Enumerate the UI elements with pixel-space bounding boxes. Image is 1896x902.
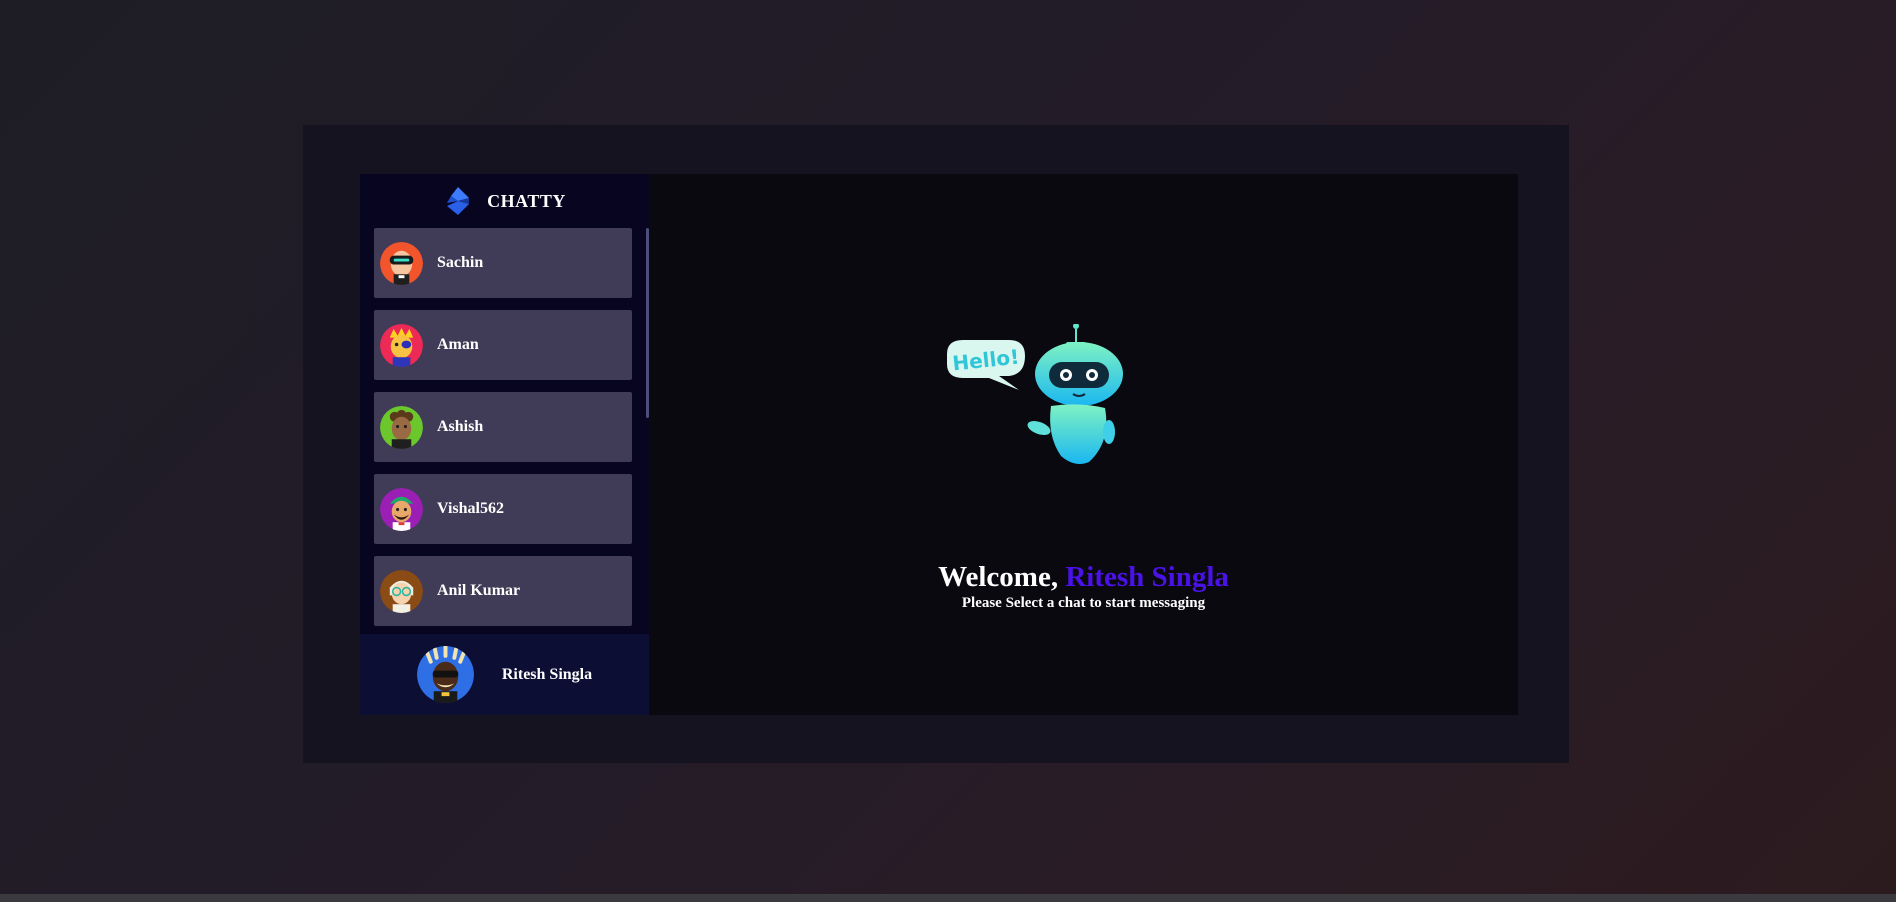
welcome-greeting: Welcome, [938, 561, 1066, 593]
chat-main-area: Hello! Welcome, Ritesh Singla Please Sel… [649, 174, 1518, 715]
chat-app: CHATTY Sachin Aman Ashish Vishal562 Anil… [360, 174, 1518, 715]
robot-mascot-icon: Hello! [947, 324, 1123, 464]
welcome-message: Welcome, Ritesh Singla Please Select a c… [649, 561, 1518, 612]
glasses-avatar-icon [380, 569, 423, 613]
dreadlocks-avatar-icon[interactable] [416, 646, 474, 703]
contact-name: Ashish [437, 418, 484, 435]
contact-name: Vishal562 [437, 500, 504, 517]
brand-header: CHATTY [360, 174, 649, 228]
welcome-title: Welcome, Ritesh Singla [649, 561, 1518, 593]
welcome-subtitle: Please Select a chat to start messaging [961, 595, 1206, 611]
contact-item-aman[interactable]: Aman [374, 310, 632, 380]
contact-name: Aman [437, 336, 479, 353]
contact-item-sachin[interactable]: Sachin [374, 228, 632, 298]
welcome-user-name: Ritesh Singla [1065, 561, 1229, 593]
brand-name: CHATTY [487, 190, 566, 211]
page-bottom-strip [0, 894, 1896, 902]
diamond-logo-icon [447, 187, 470, 215]
sidebar: CHATTY Sachin Aman Ashish Vishal562 Anil… [360, 174, 649, 715]
vr-headset-avatar-icon [380, 241, 423, 285]
contact-name: Anil Kumar [437, 582, 521, 599]
contact-item-vishal562[interactable]: Vishal562 [374, 474, 632, 544]
contact-item-ashish[interactable]: Ashish [374, 392, 632, 462]
eyepatch-avatar-icon [380, 323, 423, 367]
contact-list: Sachin Aman Ashish Vishal562 Anil Kumar [360, 228, 649, 634]
current-user-name: Ritesh Singla [501, 665, 593, 683]
contact-item-anil-kumar[interactable]: Anil Kumar [374, 556, 632, 626]
turban-avatar-icon [380, 487, 423, 531]
curly-hair-avatar-icon [380, 405, 423, 449]
current-user-panel: Ritesh Singla [360, 634, 649, 715]
contact-name: Sachin [437, 254, 484, 271]
